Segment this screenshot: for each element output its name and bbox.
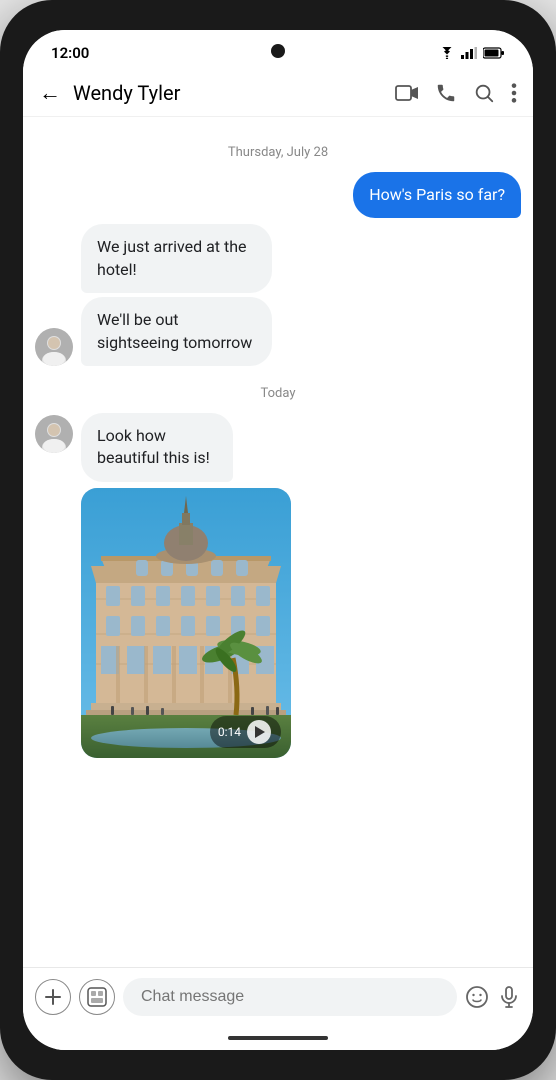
avatar-icon xyxy=(35,328,73,366)
more-options-icon[interactable] xyxy=(511,82,517,104)
back-button[interactable]: ← xyxy=(39,80,61,106)
status-icons xyxy=(439,47,505,59)
play-button[interactable] xyxy=(247,720,271,744)
microphone-icon[interactable] xyxy=(497,985,521,1009)
avatar xyxy=(35,328,73,366)
add-button[interactable] xyxy=(35,979,71,1015)
date-separator-thursday: Thursday, July 28 xyxy=(35,145,521,160)
status-time: 12:00 xyxy=(51,44,89,62)
received-bubble-2: We'll be out sightseeing tomorrow xyxy=(81,297,272,366)
sticker-icon xyxy=(87,987,107,1007)
sticker-button[interactable] xyxy=(79,979,115,1015)
phone-icon[interactable] xyxy=(435,82,457,104)
search-icon[interactable] xyxy=(473,82,495,104)
bottom-right-icons xyxy=(465,985,521,1009)
home-bar xyxy=(228,1036,328,1040)
media-content: Look how beautiful this is! xyxy=(81,413,299,758)
chat-area: Thursday, July 28 How's Paris so far? xyxy=(23,117,533,967)
battery-icon xyxy=(483,47,505,59)
bubbles-stack: We just arrived at the hotel! We'll be o… xyxy=(81,224,354,366)
sent-bubble[interactable]: How's Paris so far? xyxy=(353,172,521,218)
video-overlay[interactable]: 0:14 xyxy=(210,716,281,748)
phone-shell: 12:00 xyxy=(0,0,556,1080)
camera-notch xyxy=(271,44,285,58)
received-group: We just arrived at the hotel! We'll be o… xyxy=(35,224,521,366)
header: ← Wendy Tyler xyxy=(23,70,533,117)
message-row: How's Paris so far? xyxy=(35,172,521,218)
home-indicator xyxy=(23,1026,533,1050)
received-bubble-3: Look how beautiful this is! xyxy=(81,413,233,482)
message-input[interactable] xyxy=(123,978,457,1016)
plus-icon xyxy=(44,988,62,1006)
avatar-2 xyxy=(35,415,73,453)
emoji-icon[interactable] xyxy=(465,985,489,1009)
signal-icon xyxy=(461,47,477,59)
contact-name[interactable]: Wendy Tyler xyxy=(73,81,383,105)
received-bubble-1: We just arrived at the hotel! xyxy=(81,224,272,293)
media-image[interactable]: 0:14 xyxy=(81,488,291,758)
media-group: Look how beautiful this is! xyxy=(35,413,521,758)
header-icons xyxy=(395,82,517,104)
wifi-icon xyxy=(439,47,455,59)
play-triangle-icon xyxy=(255,726,265,738)
video-duration: 0:14 xyxy=(218,725,241,739)
avatar-icon-2 xyxy=(35,415,73,453)
bottom-bar xyxy=(23,967,533,1026)
video-call-icon[interactable] xyxy=(395,84,419,102)
phone-screen: 12:00 xyxy=(23,30,533,1050)
date-separator-today: Today xyxy=(35,386,521,401)
